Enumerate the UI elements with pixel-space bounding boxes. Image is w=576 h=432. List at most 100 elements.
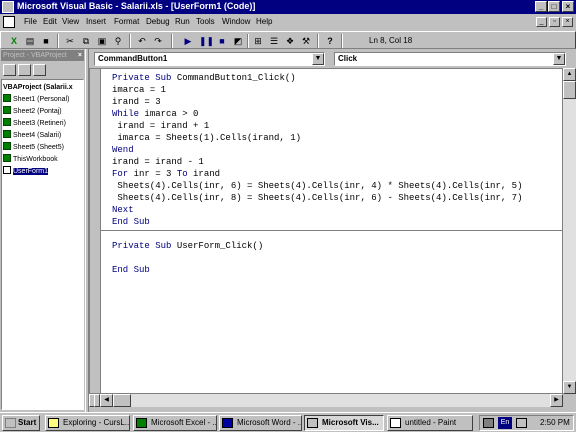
save-icon[interactable]: ■ [39, 34, 53, 48]
tree-item[interactable]: Sheet2 (Pontaj) [3, 106, 62, 117]
design-mode-icon[interactable]: ◩ [231, 34, 245, 48]
menu-edit[interactable]: Edit [43, 17, 57, 26]
break-icon[interactable]: ❚❚ [199, 34, 214, 48]
cut-icon[interactable]: ✂ [63, 34, 77, 48]
toolbox-icon[interactable]: ⚒ [299, 34, 313, 48]
close-icon[interactable]: × [78, 50, 82, 61]
chevron-down-icon[interactable]: ▼ [553, 53, 565, 65]
insert-userform-icon[interactable]: ▤ [23, 34, 37, 48]
code-line[interactable]: Private Sub UserForm_Click() [112, 240, 522, 252]
tree-item[interactable]: Sheet5 (Sheet5) [3, 142, 64, 153]
volume-icon[interactable] [516, 418, 527, 428]
scroll-right-icon[interactable]: ▶ [550, 394, 563, 407]
view-buttons [89, 394, 100, 407]
task-visual-basic[interactable]: Microsoft Vis... [304, 415, 384, 431]
doc-restore-button[interactable]: ▫ [549, 17, 560, 27]
project-explorer-icon[interactable]: ⊞ [251, 34, 265, 48]
language-indicator[interactable]: En [498, 417, 512, 429]
menu-format[interactable]: Format [114, 17, 139, 26]
code-line[interactable]: While imarca > 0 [112, 108, 522, 120]
clock[interactable]: 2:50 PM [540, 416, 570, 430]
code-line[interactable]: End Sub [112, 264, 522, 276]
view-excel-icon[interactable]: X [7, 34, 21, 48]
code-line[interactable]: Sheets(4).Cells(inr, 6) = Sheets(4).Cell… [112, 180, 522, 192]
menu-insert[interactable]: Insert [86, 17, 106, 26]
vertical-scrollbar[interactable]: ▲ ▼ [563, 68, 576, 394]
properties-window-icon[interactable]: ☰ [267, 34, 281, 48]
tree-root[interactable]: VBAProject (Salarii.x [3, 82, 73, 93]
reset-icon[interactable]: ■ [215, 34, 229, 48]
object-dropdown[interactable]: CommandButton1 ▼ [94, 52, 325, 66]
paste-icon[interactable]: ▣ [95, 34, 109, 48]
scroll-up-icon[interactable]: ▲ [563, 68, 576, 81]
code-line[interactable]: imarca = 1 [112, 84, 522, 96]
object-browser-icon[interactable]: ❖ [283, 34, 297, 48]
doc-close-button[interactable]: × [562, 17, 573, 27]
code-line[interactable] [112, 252, 522, 264]
procedure-dropdown-value: Click [338, 54, 358, 63]
tree-item[interactable]: Sheet1 (Personal) [3, 94, 69, 105]
menu-help[interactable]: Help [256, 17, 272, 26]
scroll-thumb[interactable] [563, 81, 576, 99]
task-excel[interactable]: Microsoft Excel - ... [133, 415, 217, 431]
menu-tools[interactable]: Tools [196, 17, 215, 26]
tree-item[interactable]: ThisWorkbook [3, 154, 58, 165]
code-line[interactable]: irand = irand - 1 [112, 156, 522, 168]
project-explorer-title[interactable]: Project - VBAProject × [1, 50, 84, 61]
tree-item[interactable]: Sheet3 (Retineri) [3, 118, 66, 129]
menu-run[interactable]: Run [175, 17, 190, 26]
worksheet-icon [3, 94, 11, 102]
code-line[interactable]: Private Sub CommandButton1_Click() [112, 72, 522, 84]
scroll-left-icon[interactable]: ◀ [100, 394, 113, 407]
start-button[interactable]: Start [2, 415, 40, 431]
code-editor[interactable]: Private Sub CommandButton1_Click() imarca… [89, 68, 563, 394]
code-line[interactable]: irand = 3 [112, 96, 522, 108]
view-code-icon[interactable] [3, 64, 16, 76]
view-object-icon[interactable] [18, 64, 31, 76]
close-button[interactable]: × [562, 1, 574, 12]
vb-icon [307, 418, 318, 428]
task-exploring[interactable]: Exploring - CursL... [45, 415, 130, 431]
help-icon[interactable]: ? [323, 34, 337, 48]
code-line[interactable] [112, 228, 522, 240]
toggle-folders-icon[interactable] [33, 64, 46, 76]
title-bar[interactable]: Microsoft Visual Basic - Salarii.xls - [… [0, 0, 576, 14]
menu-debug[interactable]: Debug [146, 17, 170, 26]
redo-icon[interactable]: ↷ [151, 34, 165, 48]
minimize-button[interactable]: _ [535, 1, 547, 12]
system-tray: En 2:50 PM [479, 415, 574, 431]
vb-app-icon[interactable] [2, 1, 14, 13]
maximize-button[interactable]: □ [548, 1, 560, 12]
code-window-icon[interactable] [3, 16, 15, 28]
menu-view[interactable]: View [62, 17, 79, 26]
procedure-dropdown[interactable]: Click ▼ [334, 52, 566, 66]
code-text[interactable]: Private Sub CommandButton1_Click() imarca… [112, 72, 522, 276]
project-tree[interactable]: VBAProject (Salarii.x Sheet1 (Personal) … [1, 79, 84, 410]
task-paint[interactable]: untitled - Paint [387, 415, 473, 431]
task-word[interactable]: Microsoft Word - ... [219, 415, 302, 431]
run-icon[interactable]: ▶ [181, 34, 195, 48]
code-line[interactable]: For inr = 3 To irand [112, 168, 522, 180]
scroll-down-icon[interactable]: ▼ [563, 381, 576, 394]
worksheet-icon [3, 106, 11, 114]
code-line[interactable]: Sheets(4).Cells(inr, 8) = Sheets(4).Cell… [112, 192, 522, 204]
doc-minimize-button[interactable]: _ [536, 17, 547, 27]
tree-item-selected[interactable]: UserForm1 [3, 166, 49, 177]
undo-icon[interactable]: ↶ [135, 34, 149, 48]
tree-item[interactable]: Sheet4 (Salarii) [3, 130, 61, 141]
horizontal-scrollbar[interactable]: ◀ ▶ [100, 394, 563, 407]
menu-file[interactable]: File [24, 17, 37, 26]
code-line[interactable]: imarca = Sheets(1).Cells(irand, 1) [112, 132, 522, 144]
margin-indicator-bar[interactable] [90, 69, 101, 393]
menu-window[interactable]: Window [222, 17, 250, 26]
code-line[interactable]: End Sub [112, 216, 522, 228]
code-line[interactable]: Next [112, 204, 522, 216]
code-window: CommandButton1 ▼ Click ▼ Private Sub Com… [89, 49, 576, 412]
code-line[interactable]: Wend [112, 144, 522, 156]
code-line[interactable]: irand = irand + 1 [112, 120, 522, 132]
scroll-thumb[interactable] [113, 394, 131, 407]
copy-icon[interactable]: ⧉ [79, 34, 93, 48]
find-icon[interactable]: ⚲ [111, 34, 125, 48]
network-icon[interactable] [483, 418, 494, 428]
chevron-down-icon[interactable]: ▼ [312, 53, 324, 65]
